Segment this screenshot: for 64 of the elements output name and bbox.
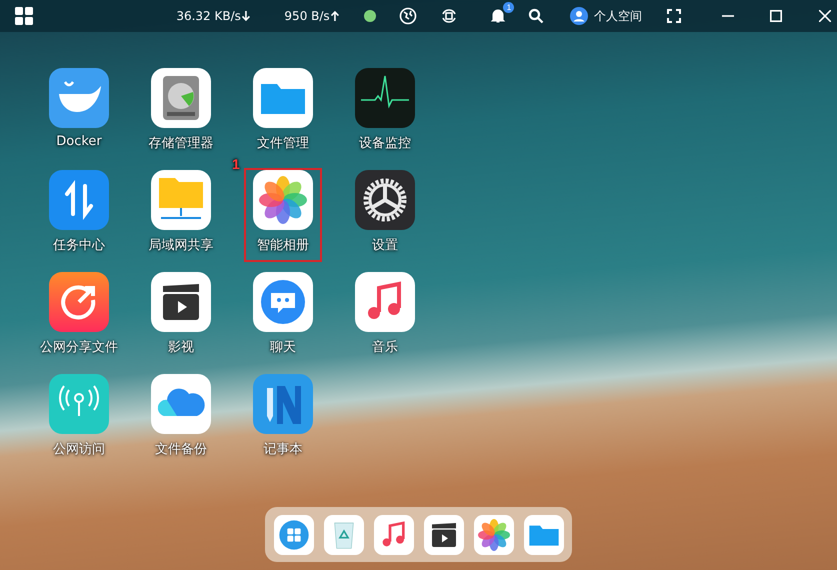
folder-icon: [253, 68, 313, 128]
search-icon: [528, 8, 544, 24]
app-label: 存储管理器: [148, 135, 214, 152]
sync-icon: [440, 7, 458, 25]
app-tile[interactable]: 任务中心: [40, 168, 118, 262]
app-tile[interactable]: 影视: [142, 270, 220, 364]
antenna-icon: [49, 374, 109, 434]
app-label: 智能相册: [257, 237, 309, 254]
hard-drive-icon: [151, 68, 211, 128]
upload-speed: 950 B/s: [284, 9, 330, 23]
app-tile[interactable]: 音乐: [346, 270, 424, 364]
app-label: 任务中心: [53, 237, 105, 254]
app-label: 文件管理: [257, 135, 309, 152]
app-tile[interactable]: 记事本: [244, 372, 322, 466]
annotation-number: 1: [232, 156, 240, 172]
user-button[interactable]: 个人空间: [570, 7, 642, 25]
fullscreen-icon: [666, 9, 681, 23]
app-tile[interactable]: 文件管理: [244, 66, 322, 160]
cloud-icon: [151, 374, 211, 434]
whale-icon: [49, 68, 109, 128]
clapperboard-icon: [151, 272, 211, 332]
app-label: Docker: [56, 134, 102, 149]
music-note-icon: [355, 272, 415, 332]
app-tile[interactable]: 设备监控: [346, 66, 424, 160]
gear-icon: [355, 170, 415, 230]
app-label: 文件备份: [155, 441, 207, 458]
app-label: 公网访问: [53, 441, 105, 458]
maximize-icon: [770, 10, 782, 22]
user-avatar-icon: [570, 7, 588, 25]
app-label: 聊天: [270, 339, 296, 356]
app-label: 局域网共享: [148, 237, 214, 254]
music-note-icon: [374, 514, 414, 554]
heartbeat-icon: [355, 68, 415, 128]
bell-icon: [490, 8, 506, 24]
close-icon: [819, 10, 832, 22]
app-label: 影视: [168, 339, 194, 356]
pencil-letter-icon: [253, 374, 313, 434]
app-tile[interactable]: 聊天: [244, 270, 322, 364]
app-label: 记事本: [264, 441, 302, 458]
flower-icon: [253, 170, 313, 230]
app-tile[interactable]: 存储管理器: [142, 66, 220, 160]
network-folder-icon: [151, 170, 211, 230]
app-tile[interactable]: 设置: [346, 168, 424, 262]
dock-app-button[interactable]: [424, 514, 464, 554]
app-label: 设备监控: [359, 135, 411, 152]
app-tile[interactable]: 局域网共享: [142, 168, 220, 262]
notification-badge: 1: [503, 2, 514, 13]
recycle-bin-icon: [324, 514, 364, 554]
transfer-arrows-icon: [49, 170, 109, 230]
app-label: 设置: [372, 237, 398, 254]
app-label: 音乐: [372, 339, 398, 356]
grid-icon: [14, 6, 34, 26]
folder-icon: [524, 514, 564, 554]
up-arrow-icon: [330, 10, 340, 22]
flower-icon: [474, 514, 514, 554]
app-tile[interactable]: Docker: [40, 66, 118, 160]
chat-bubble-icon: [253, 272, 313, 332]
download-speed: 36.32 KB/s: [176, 9, 241, 23]
app-tile[interactable]: 公网分享文件: [40, 270, 118, 364]
app-grid-icon: [274, 514, 314, 554]
down-arrow-icon: [240, 10, 251, 22]
globe-icon: [398, 7, 417, 25]
app-label: 公网分享文件: [40, 339, 118, 356]
clapperboard-icon: [424, 514, 464, 554]
